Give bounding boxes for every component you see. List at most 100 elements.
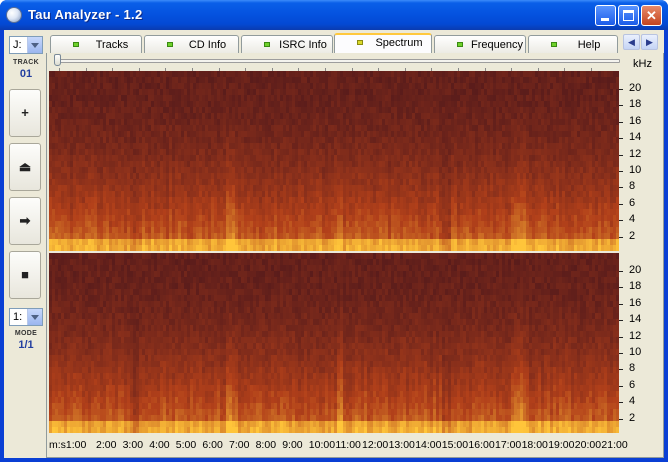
time-tick-label: 20:00 bbox=[574, 439, 602, 451]
plus-button[interactable]: + bbox=[9, 89, 41, 137]
spectrogram-canvas bbox=[49, 71, 619, 251]
freq-tick-label: 10 bbox=[629, 164, 642, 176]
tab-frequency[interactable]: Frequency bbox=[434, 35, 526, 53]
freq-tick-label: 6 bbox=[629, 196, 636, 209]
stop-icon: ■ bbox=[21, 267, 29, 282]
time-tick-label: 2:00 bbox=[96, 439, 117, 451]
spectrogram-left-channel[interactable] bbox=[49, 71, 619, 251]
freq-tick bbox=[619, 418, 623, 420]
time-tick-label: 12:00 bbox=[362, 439, 389, 451]
time-tick-label: 21:00 bbox=[601, 439, 628, 451]
tab-label: Frequency bbox=[471, 39, 523, 51]
freq-tick-label: 4 bbox=[629, 395, 636, 408]
tab-label: ISRC Info bbox=[279, 39, 327, 51]
time-tick-label: 4:00 bbox=[149, 439, 170, 451]
freq-tick bbox=[619, 187, 623, 189]
freq-tick-label: 16 bbox=[629, 114, 642, 127]
freq-unit-label: kHz bbox=[633, 58, 652, 70]
freq-tick-label: 12 bbox=[629, 147, 642, 160]
freq-tick-label: 2 bbox=[629, 229, 636, 242]
freq-tick-label: 20 bbox=[629, 264, 642, 276]
title-bar[interactable]: Tau Analyzer - 1.2 ✕ bbox=[0, 0, 668, 30]
freq-tick bbox=[619, 402, 623, 404]
mode-select[interactable]: 1: bbox=[9, 308, 43, 326]
freq-axis-top: 20 18 16 14 12 10 8 6 4 2 bbox=[619, 71, 663, 251]
minimize-button[interactable] bbox=[595, 5, 616, 26]
drive-select-value: J: bbox=[13, 39, 22, 51]
time-axis: m:s1:00 2:00 3:00 4:00 5:00 6:00 7:00 8:00 9:00 1… bbox=[49, 434, 629, 454]
chevron-down-icon[interactable] bbox=[27, 309, 42, 325]
next-button[interactable]: ➡ bbox=[9, 197, 41, 245]
freq-tick bbox=[619, 220, 623, 222]
plus-icon: + bbox=[21, 105, 29, 120]
led-icon bbox=[357, 40, 363, 45]
chevron-right-icon: ▶ bbox=[646, 37, 653, 47]
freq-tick-label: 16 bbox=[629, 296, 642, 309]
track-label: TRACK bbox=[13, 59, 39, 66]
time-tick-label: 14:00 bbox=[415, 439, 442, 451]
mode-value: 1/1 bbox=[18, 339, 34, 351]
tab-scroll: ◀ ▶ bbox=[623, 34, 659, 50]
freq-tick bbox=[619, 336, 623, 338]
led-icon bbox=[167, 42, 173, 47]
time-tick-label: 10:00 bbox=[308, 439, 336, 451]
freq-tick-label: 14 bbox=[629, 313, 642, 326]
tab-label: Spectrum bbox=[375, 37, 423, 49]
freq-tick bbox=[619, 369, 623, 371]
freq-tick-label: 10 bbox=[629, 346, 642, 358]
freq-tick bbox=[619, 121, 623, 123]
tab-label: CD Info bbox=[188, 39, 227, 51]
tab-scroll-right-button[interactable]: ▶ bbox=[641, 34, 658, 50]
left-panel: J: TRACK 01 + ⏏ ➡ ■ 1: MODE 1/1 bbox=[7, 33, 45, 385]
freq-tick bbox=[619, 105, 623, 107]
position-slider-thumb[interactable] bbox=[54, 54, 61, 66]
freq-tick-label: 4 bbox=[629, 213, 636, 226]
position-slider[interactable] bbox=[56, 59, 620, 63]
led-icon bbox=[73, 42, 79, 47]
led-icon bbox=[457, 42, 463, 47]
time-tick-label: 11:00 bbox=[335, 439, 361, 451]
time-tick-label: 18:00 bbox=[521, 439, 548, 451]
drive-select[interactable]: J: bbox=[9, 36, 43, 54]
stop-button[interactable]: ■ bbox=[9, 251, 41, 299]
app-window: Tau Analyzer - 1.2 ✕ J: TRACK 01 + ⏏ ➡ ■… bbox=[0, 0, 668, 462]
freq-tick-label: 8 bbox=[629, 180, 636, 193]
time-tick-label: 5:00 bbox=[175, 439, 197, 451]
client-area: J: TRACK 01 + ⏏ ➡ ■ 1: MODE 1/1 Tracks C… bbox=[4, 30, 664, 458]
app-icon bbox=[6, 7, 22, 23]
tab-cd-info[interactable]: CD Info bbox=[144, 35, 239, 53]
freq-tick bbox=[619, 385, 623, 387]
mode-select-value: 1: bbox=[13, 311, 23, 323]
arrow-right-icon: ➡ bbox=[19, 213, 31, 228]
close-button[interactable]: ✕ bbox=[641, 5, 662, 26]
time-tick-label: 9:00 bbox=[282, 439, 303, 451]
time-tick-label: m:s1:00 bbox=[49, 439, 87, 451]
tab-isrc-info[interactable]: ISRC Info bbox=[241, 35, 333, 53]
tab-help[interactable]: Help bbox=[528, 35, 618, 53]
freq-tick bbox=[619, 287, 623, 289]
time-tick-label: 8:00 bbox=[255, 439, 277, 451]
spectrogram-right-channel[interactable] bbox=[49, 253, 619, 433]
freq-tick bbox=[619, 154, 623, 156]
chevron-down-icon[interactable] bbox=[27, 37, 42, 53]
freq-tick-label: 2 bbox=[629, 411, 636, 424]
chevron-left-icon: ◀ bbox=[628, 37, 635, 47]
tab-label: Help bbox=[577, 39, 601, 51]
eject-button[interactable]: ⏏ bbox=[9, 143, 41, 191]
mode-label: MODE bbox=[14, 330, 38, 337]
maximize-button[interactable] bbox=[618, 5, 639, 26]
freq-tick-label: 20 bbox=[629, 82, 642, 94]
tab-scroll-left-button[interactable]: ◀ bbox=[623, 34, 640, 50]
freq-tick bbox=[619, 171, 623, 172]
time-tick-label: 16:00 bbox=[468, 439, 495, 451]
tab-tracks[interactable]: Tracks bbox=[50, 35, 142, 53]
spectrum-panel: kHz 20 18 16 14 12 10 8 6 4 2 20 18 16 14 12 10 8 6 4 2 m:… bbox=[46, 53, 664, 458]
close-icon: ✕ bbox=[646, 8, 657, 23]
freq-tick bbox=[619, 203, 623, 205]
track-number: 01 bbox=[19, 68, 33, 80]
freq-tick-label: 6 bbox=[629, 378, 636, 391]
freq-tick-label: 18 bbox=[629, 280, 642, 293]
window-title: Tau Analyzer - 1.2 bbox=[28, 7, 143, 22]
tab-spectrum[interactable]: Spectrum bbox=[334, 33, 432, 54]
freq-tick-label: 14 bbox=[629, 131, 642, 144]
